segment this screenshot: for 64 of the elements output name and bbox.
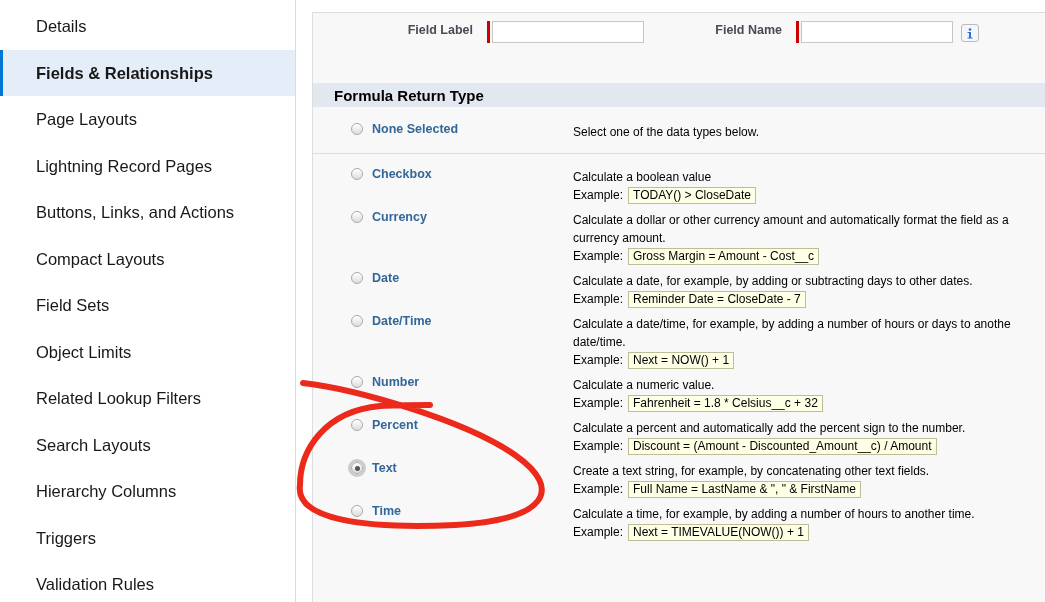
example-label: Example: — [573, 525, 624, 539]
option-description: Calculate a date, for example, by adding or subtracting days to other dates. — [573, 273, 973, 290]
example-label: Example: — [573, 249, 624, 263]
sidebar-item[interactable]: Related Lookup Filters — [0, 375, 295, 422]
info-icon[interactable] — [961, 24, 979, 42]
radio-button[interactable] — [351, 315, 363, 327]
example-formula: Full Name = LastName & ", " & FirstName — [628, 480, 861, 498]
sidebar-item[interactable]: Page Layouts — [0, 96, 295, 143]
option-description: Select one of the data types below. — [573, 124, 760, 141]
field-label: Field Name — [714, 22, 782, 37]
sidebar-item[interactable]: Fields & Relationships — [0, 49, 295, 96]
sidebar-item[interactable]: Details — [0, 3, 295, 50]
option-description: Calculate a boolean value — [573, 169, 713, 186]
option-description: Calculate a numeric value. — [573, 377, 716, 394]
example-formula: Reminder Date = CloseDate - 7 — [628, 290, 806, 308]
option-label[interactable]: Date — [372, 271, 400, 285]
option-description: Calculate a dollar or other currency amount and automatically format the field as a — [573, 212, 1009, 229]
text-input-field[interactable] — [801, 21, 953, 43]
example-label: Example: — [573, 353, 624, 367]
sidebar-item[interactable]: Object Limits — [0, 328, 295, 375]
radio-button[interactable] — [351, 505, 363, 517]
sidebar-item[interactable]: Buttons, Links, and Actions — [0, 189, 295, 236]
option-label[interactable]: None Selected — [372, 122, 459, 136]
option-description: Calculate a time, for example, by adding a number of hours to another time. — [573, 506, 975, 523]
radio-button[interactable] — [351, 168, 363, 180]
text-input-field[interactable] — [492, 21, 644, 43]
option-label[interactable]: Number — [372, 375, 420, 389]
option-label[interactable]: Time — [372, 504, 401, 518]
option-label[interactable]: Date/Time — [372, 314, 432, 328]
example-label: Example: — [573, 188, 624, 202]
example-formula: TODAY() > CloseDate — [628, 186, 756, 204]
section-title: Formula Return Type — [334, 86, 484, 104]
example-label: Example: — [573, 396, 624, 410]
example-formula: Discount = (Amount - Discounted_Amount__c) / Amount — [628, 437, 937, 455]
sidebar-item[interactable]: Search Layouts — [0, 421, 295, 468]
option-description: Create a text string, for example, by concatenating other text fields. — [573, 463, 930, 480]
example-label: Example: — [573, 482, 624, 496]
option-label[interactable]: Currency — [372, 210, 427, 224]
field-label: Field Label — [406, 22, 473, 37]
option-description: currency amount. — [573, 230, 667, 247]
option-description: Calculate a percent and automatically add the percent sign to the number. — [573, 420, 966, 437]
example-formula: Fahrenheit = 1.8 * Celsius__c + 32 — [628, 394, 823, 412]
radio-button[interactable] — [351, 123, 363, 135]
example-label: Example: — [573, 439, 624, 453]
radio-button[interactable] — [351, 272, 363, 284]
example-formula: Gross Margin = Amount - Cost__c — [628, 247, 820, 265]
radio-button[interactable] — [351, 462, 363, 474]
sidebar-item[interactable]: Field Sets — [0, 282, 295, 329]
option-label[interactable]: Text — [372, 461, 397, 475]
example-label: Example: — [573, 292, 624, 306]
option-label[interactable]: Checkbox — [372, 167, 432, 181]
radio-button[interactable] — [351, 419, 363, 431]
option-description: Calculate a date/time, for example, by adding a number of hours or days to anothe — [573, 316, 1011, 333]
radio-button[interactable] — [351, 211, 363, 223]
sidebar-item[interactable]: Triggers — [0, 514, 295, 561]
radio-button[interactable] — [351, 376, 363, 388]
option-description: date/time. — [573, 334, 627, 351]
example-formula: Next = NOW() + 1 — [628, 351, 735, 369]
sidebar-item[interactable]: Hierarchy Columns — [0, 468, 295, 515]
example-formula: Next = TIMEVALUE(NOW()) + 1 — [628, 523, 809, 541]
option-label[interactable]: Percent — [372, 418, 418, 432]
sidebar-item[interactable]: Validation Rules — [0, 561, 295, 602]
sidebar-item[interactable]: Compact Layouts — [0, 235, 295, 282]
sidebar-item[interactable]: Lightning Record Pages — [0, 142, 295, 189]
